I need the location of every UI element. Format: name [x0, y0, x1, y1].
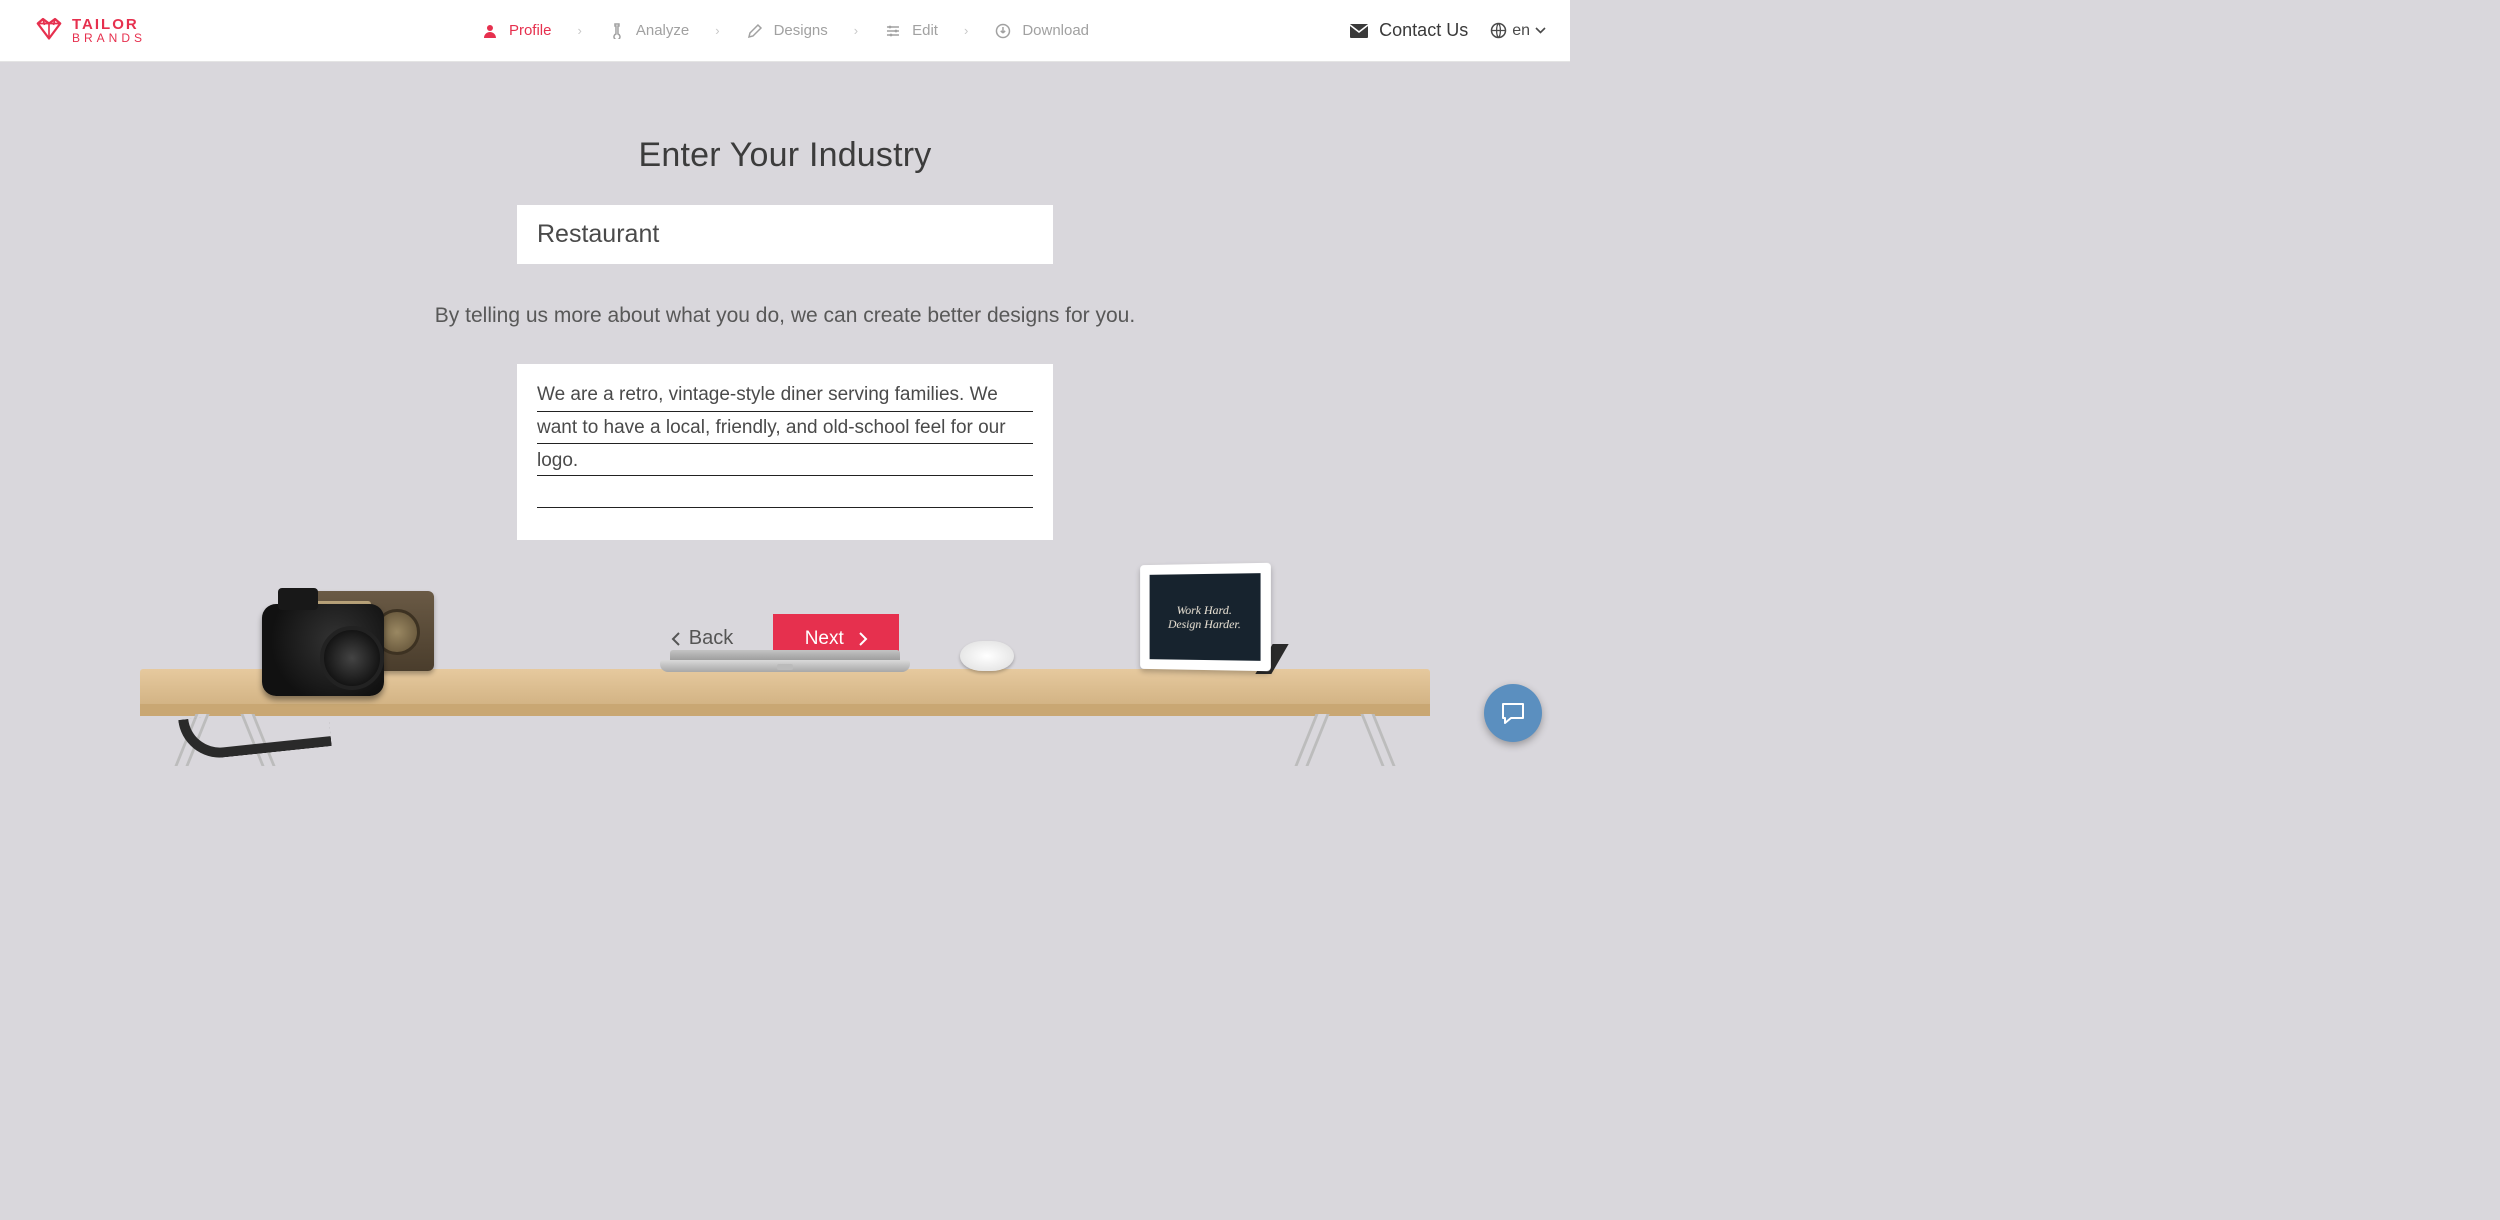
language-code: en: [1512, 22, 1530, 40]
test-tube-icon: [608, 22, 626, 40]
help-chat-button[interactable]: [1484, 684, 1542, 742]
heart-diamond-icon: [34, 16, 64, 46]
envelope-icon: [1349, 23, 1369, 39]
pencil-icon: [746, 22, 764, 40]
step-label: Designs: [774, 22, 828, 39]
mouse-prop: [960, 641, 1014, 671]
progress-steps: Profile › Analyze › Designs › Edit ›: [481, 22, 1089, 40]
step-designs[interactable]: Designs: [746, 22, 828, 40]
brand-name-line1: TAILOR: [72, 17, 146, 32]
camera-prop: [262, 604, 384, 696]
chevron-right-icon: ›: [854, 23, 858, 38]
picture-frame-prop: Work Hard. Design Harder.: [1140, 563, 1271, 671]
description-box: [517, 364, 1053, 540]
step-label: Profile: [509, 22, 552, 39]
next-button[interactable]: Next: [773, 614, 899, 663]
brand-name-line2: BRANDS: [72, 32, 146, 44]
globe-icon: [1490, 22, 1507, 39]
contact-us-link[interactable]: Contact Us: [1349, 20, 1468, 41]
contact-label: Contact Us: [1379, 20, 1468, 41]
step-download[interactable]: Download: [994, 22, 1089, 40]
back-button[interactable]: Back: [671, 627, 733, 650]
chevron-down-icon: [1535, 27, 1546, 34]
brand-logo[interactable]: TAILOR BRANDS: [34, 16, 146, 46]
step-label: Download: [1022, 22, 1089, 39]
sliders-icon: [884, 22, 902, 40]
frame-text-line2: Design Harder.: [1168, 617, 1241, 632]
frame-text-line1: Work Hard.: [1177, 602, 1232, 617]
step-label: Analyze: [636, 22, 689, 39]
chevron-right-icon: ›: [715, 23, 719, 38]
step-label: Edit: [912, 22, 938, 39]
page-title: Enter Your Industry: [639, 136, 932, 175]
chevron-right-icon: [858, 631, 868, 647]
next-label: Next: [805, 628, 844, 650]
chevron-right-icon: ›: [578, 23, 582, 38]
radio-prop: [284, 591, 434, 671]
main-content: Enter Your Industry By telling us more a…: [0, 62, 1570, 766]
download-icon: [994, 22, 1012, 40]
back-label: Back: [689, 627, 733, 650]
industry-input[interactable]: [517, 205, 1053, 264]
language-selector[interactable]: en: [1490, 22, 1546, 40]
user-icon: [481, 22, 499, 40]
chat-icon: [1499, 699, 1527, 727]
step-analyze[interactable]: Analyze: [608, 22, 689, 40]
description-textarea[interactable]: [537, 378, 1033, 530]
step-edit[interactable]: Edit: [884, 22, 938, 40]
header: TAILOR BRANDS Profile › Analyze › Design…: [0, 0, 1570, 62]
nav-buttons: Back Next: [671, 614, 899, 663]
chevron-left-icon: [671, 631, 681, 647]
step-profile[interactable]: Profile: [481, 22, 552, 40]
page-subtitle: By telling us more about what you do, we…: [435, 304, 1135, 328]
header-right: Contact Us en: [1349, 20, 1546, 41]
chevron-right-icon: ›: [964, 23, 968, 38]
